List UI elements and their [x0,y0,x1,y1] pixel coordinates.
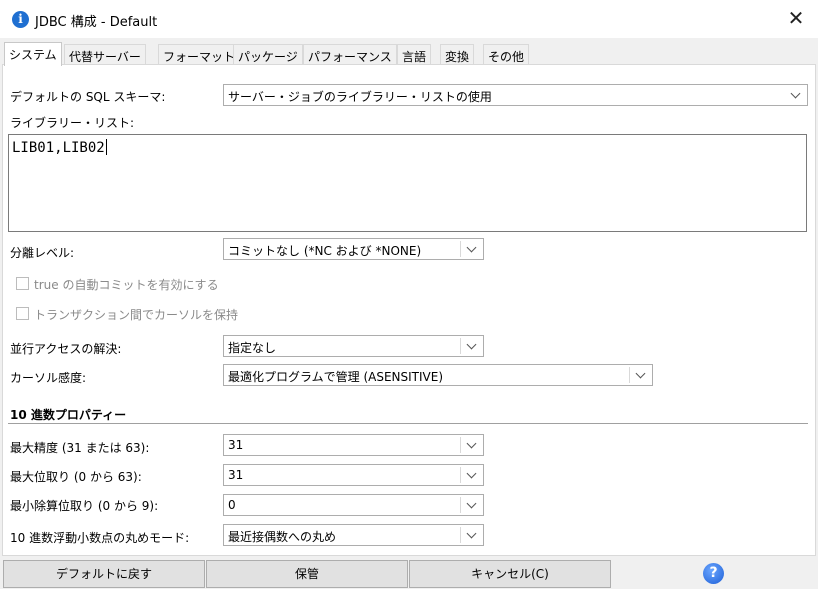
concurrent-access-value: 指定なし [228,341,277,355]
default-schema-label: デフォルトの SQL スキーマ: [10,90,166,104]
library-list-textarea[interactable]: LIB01,LIB02 [8,134,807,232]
min-divide-scale-value: 0 [228,498,236,512]
max-scale-label: 最大位取り (0 から 63): [10,470,142,484]
isolation-level-select[interactable]: コミットなし (*NC および *NONE) [223,238,484,260]
rounding-mode-select[interactable]: 最近接偶数への丸め [223,524,484,546]
chevron-down-icon [461,465,483,485]
rounding-mode-label: 10 進数浮動小数点の丸めモード: [10,531,190,545]
tab-conversion[interactable]: 変換 [440,44,475,65]
tab-format[interactable]: フォーマット [158,44,241,65]
library-list-value: LIB01,LIB02 [12,140,105,156]
max-scale-select[interactable]: 31 [223,464,484,486]
hold-cursor-checkbox[interactable] [16,307,29,320]
concurrent-access-select[interactable]: 指定なし [223,335,484,357]
help-icon[interactable]: ? [703,563,724,584]
concurrent-access-label: 並行アクセスの解決: [10,342,122,356]
section-divider [8,423,808,424]
isolation-level-value: コミットなし (*NC および *NONE) [228,244,422,258]
tab-system[interactable]: システム [4,42,62,66]
close-icon[interactable]: ✕ [778,5,814,33]
max-precision-label: 最大精度 (31 または 63): [10,441,150,455]
rounding-mode-value: 最近接偶数への丸め [228,530,337,544]
min-divide-scale-select[interactable]: 0 [223,494,484,516]
tab-alternate-server[interactable]: 代替サーバー [64,44,146,65]
restore-defaults-button[interactable]: デフォルトに戻す [3,560,205,588]
chevron-down-icon [785,85,807,105]
window-title: JDBC 構成 - Default [35,15,158,30]
hold-cursor-label: トランザクション間でカーソルを保持 [34,308,239,322]
chevron-down-icon [461,435,483,455]
default-schema-value: サーバー・ジョブのライブラリー・リストの使用 [228,90,492,104]
tab-language[interactable]: 言語 [397,44,432,65]
chevron-down-icon [461,239,483,259]
chevron-down-icon [461,495,483,515]
tab-other[interactable]: その他 [483,44,530,65]
max-scale-value: 31 [228,468,244,482]
cursor-sensitivity-value: 最適化プログラムで管理 (ASENSITIVE) [228,370,444,384]
tab-bar: システム 代替サーバー フォーマット パッケージ パフォーマンス 言語 変換 そ… [0,42,818,66]
chevron-down-icon [461,336,483,356]
autocommit-label: true の自動コミットを有効にする [34,278,219,292]
cursor-sensitivity-select[interactable]: 最適化プログラムで管理 (ASENSITIVE) [223,364,653,386]
max-precision-select[interactable]: 31 [223,434,484,456]
title-bar: i JDBC 構成 - Default ✕ [0,0,818,38]
max-precision-value: 31 [228,438,244,452]
chevron-down-icon [630,365,652,385]
default-schema-select[interactable]: サーバー・ジョブのライブラリー・リストの使用 [223,84,808,106]
cancel-button[interactable]: キャンセル(C) [409,560,611,588]
tab-package[interactable]: パッケージ [233,44,303,65]
library-list-label: ライブラリー・リスト: [10,116,135,130]
chevron-down-icon [461,525,483,545]
isolation-level-label: 分離レベル: [10,246,75,260]
decimal-section-title: 10 進数プロパティー [10,408,127,422]
save-button[interactable]: 保管 [206,560,408,588]
cursor-sensitivity-label: カーソル感度: [10,371,87,385]
text-caret [105,139,107,155]
app-icon: i [12,11,29,28]
autocommit-checkbox[interactable] [16,277,29,290]
tab-performance[interactable]: パフォーマンス [303,44,397,65]
min-divide-scale-label: 最小除算位取り (0 から 9): [10,499,159,513]
